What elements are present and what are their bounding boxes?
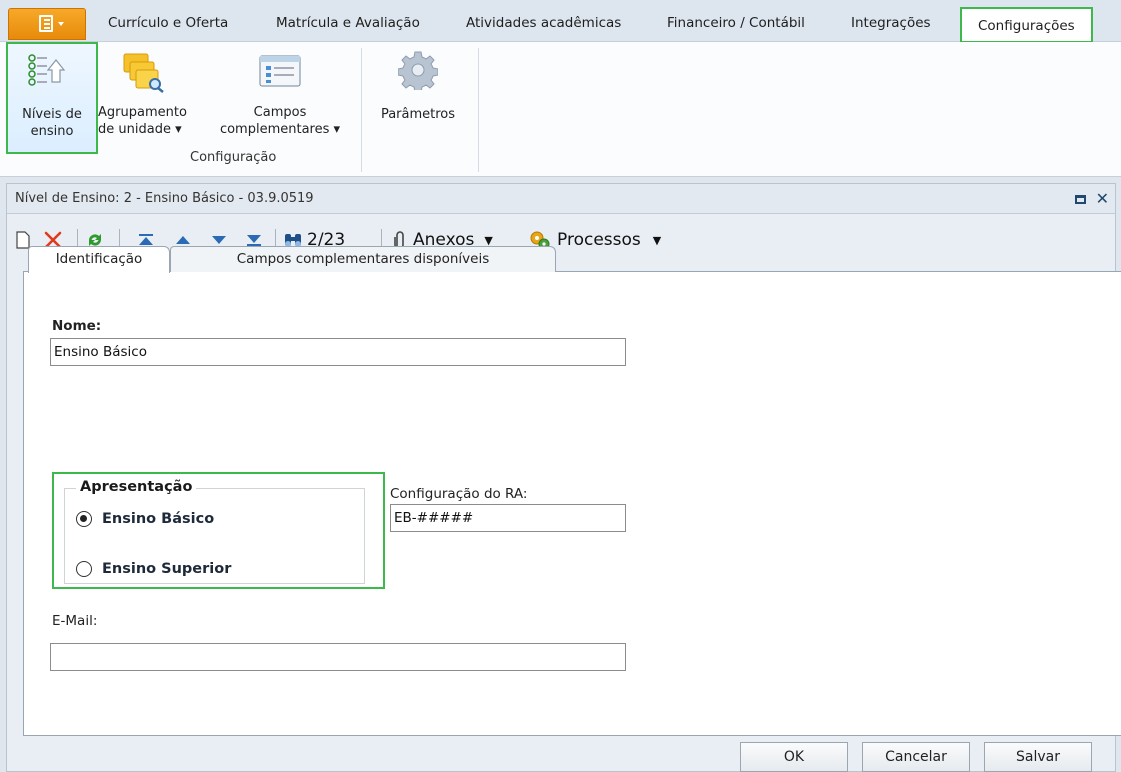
apresentacao-title: Apresentação	[76, 479, 197, 495]
tab-atividades-academicas[interactable]: Atividades acadêmicas	[466, 11, 621, 35]
ra-input[interactable]: EB-#####	[390, 504, 626, 532]
ribbon-tab-bar: Currículo e Oferta Matrícula e Avaliação…	[0, 0, 1121, 43]
radio-superior-label: Ensino Superior	[102, 561, 232, 577]
radio-ensino-superior[interactable]: Ensino Superior	[76, 561, 231, 577]
agrup-label-line1: Agrupamento	[98, 105, 187, 120]
arrow-down-icon	[212, 236, 226, 244]
parametros-button[interactable]: Parâmetros	[368, 42, 468, 154]
agrup-label-line2: de unidade ▾	[98, 122, 182, 137]
tab-campos-complementares[interactable]: Campos complementares disponíveis	[170, 246, 556, 272]
radio-ensino-basico[interactable]: Ensino Básico	[76, 511, 214, 527]
tab-financeiro-contabil[interactable]: Financeiro / Contábil	[667, 11, 805, 35]
niveis-label-line1: Níveis de	[22, 107, 82, 122]
radio-unselected-icon	[76, 561, 92, 577]
chevron-down-icon: ▼	[652, 233, 662, 247]
gear-icon	[398, 51, 438, 90]
tab-curriculo-oferta[interactable]: Currículo e Oferta	[108, 11, 228, 35]
cancel-button[interactable]: Cancelar	[862, 742, 970, 772]
tab-identificacao[interactable]: Identificação	[28, 246, 170, 273]
ribbon-panel: Níveis de ensino Agrupamento de unidade ▾ …	[0, 42, 1121, 177]
campos-label-line2: complementares ▾	[219, 122, 341, 137]
ribbon-group-label: Configuração	[190, 150, 277, 165]
nome-input[interactable]: Ensino Básico	[50, 338, 626, 366]
document-title-bar: Nível de Ensino: 2 - Ensino Básico - 03.…	[7, 184, 1115, 214]
form-window-icon	[259, 55, 301, 87]
application-menu-button[interactable]	[8, 8, 86, 40]
nome-label: Nome:	[52, 318, 102, 334]
levels-list-icon	[28, 54, 66, 86]
save-button[interactable]: Salvar	[984, 742, 1092, 772]
form-panel: Identificação Campos complementares disp…	[23, 246, 1121, 736]
tab-matricula-avaliacao[interactable]: Matrícula e Avaliação	[276, 11, 420, 35]
email-input[interactable]	[50, 643, 626, 671]
ra-label: Configuração do RA:	[390, 486, 528, 502]
chevron-down-icon: ▼	[484, 233, 493, 247]
radio-selected-icon	[76, 511, 92, 527]
chevron-down-icon	[58, 22, 64, 26]
email-label: E-Mail:	[52, 613, 98, 629]
window-controls: ✕	[1074, 191, 1109, 207]
campos-complementares-button[interactable]: Campos complementares ▾	[210, 42, 350, 154]
niveis-ensino-button[interactable]: Níveis de ensino	[6, 42, 98, 154]
tab-integracoes[interactable]: Integrações	[851, 11, 931, 35]
campos-label-line1: Campos	[253, 105, 307, 120]
tab-configuracoes[interactable]: Configurações	[960, 7, 1093, 43]
folder-search-icon	[123, 53, 164, 93]
app-menu-icon	[39, 15, 53, 32]
parametros-label: Parâmetros	[380, 107, 456, 122]
ribbon-separator	[478, 48, 479, 172]
document-window: Nível de Ensino: 2 - Ensino Básico - 03.…	[6, 183, 1121, 772]
radio-basico-label: Ensino Básico	[102, 511, 215, 527]
apresentacao-group: Apresentação Ensino Básico Ensino Superi…	[52, 472, 385, 589]
maximize-icon[interactable]	[1074, 194, 1086, 204]
processos-label: Processos	[557, 230, 641, 250]
niveis-label-line2: ensino	[30, 124, 74, 139]
agrupamento-unidade-button[interactable]: Agrupamento de unidade ▾	[98, 42, 196, 154]
close-icon[interactable]: ✕	[1096, 191, 1109, 207]
ok-button[interactable]: OK	[740, 742, 848, 772]
ribbon-separator	[361, 48, 362, 172]
document-title: Nível de Ensino: 2 - Ensino Básico - 03.…	[15, 191, 314, 206]
arrow-up-icon	[176, 236, 190, 244]
